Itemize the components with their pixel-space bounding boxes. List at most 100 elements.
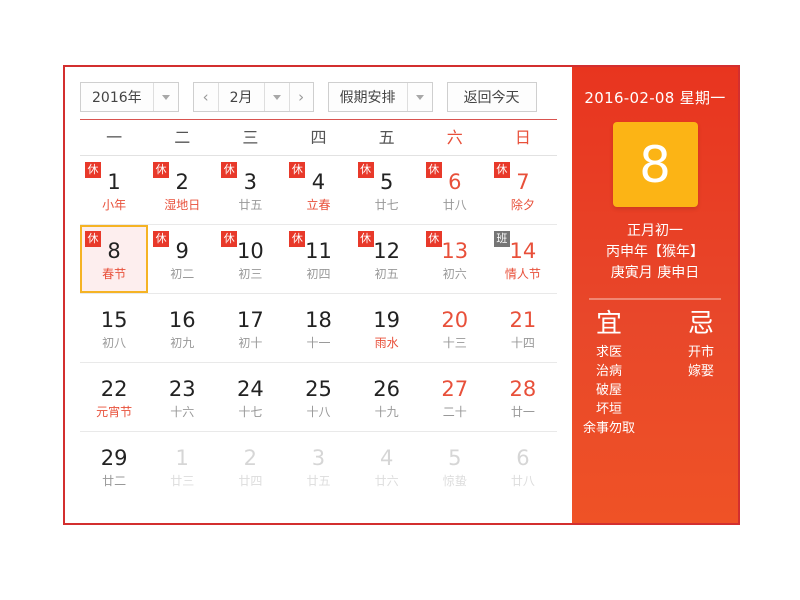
calendar-day-cell[interactable]: 26 十九 <box>353 363 421 431</box>
year-selector[interactable]: 2016年 <box>80 82 179 112</box>
day-number: 24 <box>236 376 264 401</box>
calendar-day-cell[interactable]: 20 十三 <box>421 294 489 362</box>
day-number: 1 <box>175 445 189 470</box>
calendar-day-cell[interactable]: 休 6 廿八 <box>421 156 489 224</box>
next-month-button[interactable]: › <box>288 83 313 111</box>
day-number: 20 <box>441 307 469 332</box>
day-lunar-label: 除夕 <box>510 197 535 212</box>
caret-down-icon[interactable] <box>152 83 178 111</box>
calendar-day-cell[interactable]: 休 1 小年 <box>80 156 148 224</box>
caret-down-icon[interactable] <box>406 83 432 111</box>
month-value[interactable]: 2月 <box>217 83 264 111</box>
ji-item: 嫁娶 <box>687 364 714 379</box>
day-number: 16 <box>168 307 196 332</box>
day-lunar-label: 十八 <box>306 404 331 419</box>
rest-day-badge: 休 <box>357 162 374 178</box>
ji-title: 忌 <box>687 309 714 339</box>
day-number: 4 <box>379 445 394 470</box>
rest-day-badge: 休 <box>357 231 374 247</box>
calendar-day-cell[interactable]: 25 十八 <box>284 363 352 431</box>
detail-ganzhi-month-day: 庚寅月 庚申日 <box>610 265 700 281</box>
day-lunar-label: 廿一 <box>510 404 535 419</box>
caret-down-icon[interactable] <box>263 83 289 111</box>
weekday-header-cell-6: 日 <box>514 128 531 147</box>
calendar-day-cell[interactable]: 休 10 初三 <box>216 225 284 293</box>
yi-column: 宜 求医 治病 破屋 坏垣 余事勿取 <box>575 308 643 438</box>
day-number: 5 <box>379 169 394 194</box>
calendar-day-cell[interactable]: 休 5 廿七 <box>353 156 421 224</box>
ji-item: 开市 <box>687 345 714 360</box>
calendar-week-row: 22 元宵节 23 十六 24 十七 25 十八 26 十九 27 二十 28 廿一 <box>80 363 557 432</box>
yi-item: 治病 <box>595 364 622 379</box>
calendar-day-cell[interactable]: 休 4 立春 <box>284 156 352 224</box>
day-lunar-label: 廿八 <box>510 473 535 488</box>
detail-lunar-block: 正月初一 丙申年【猴年】 庚寅月 庚申日 <box>606 221 704 284</box>
month-selector[interactable]: ‹ 2月 › <box>192 82 314 112</box>
day-number: 17 <box>236 307 264 332</box>
calendar-toolbar: 2016年 ‹ 2月 › 假期安排 返回今天 <box>65 67 572 113</box>
calendar-day-cell[interactable]: 28 廿一 <box>489 363 557 431</box>
calendar-day-cell[interactable]: 3 廿五 <box>284 432 352 500</box>
calendar-week-row: 休 8 春节休 9 初二休 10 初三休 11 初四休 12 初五休 13 初六班 14 情人节 <box>80 225 557 294</box>
rest-day-badge: 休 <box>493 162 510 178</box>
day-number: 14 <box>509 238 537 263</box>
calendar-day-cell[interactable]: 2 廿四 <box>216 432 284 500</box>
holiday-value[interactable]: 假期安排 <box>328 83 407 111</box>
calendar-day-cell[interactable]: 休 12 初五 <box>353 225 421 293</box>
day-number: 28 <box>509 376 537 401</box>
calendar-day-cell[interactable]: 休 7 除夕 <box>489 156 557 224</box>
day-number: 5 <box>448 445 462 470</box>
day-number: 29 <box>100 445 128 470</box>
calendar-day-cell[interactable]: 4 廿六 <box>353 432 421 500</box>
calendar-day-cell[interactable]: 休 11 初四 <box>284 225 352 293</box>
yi-item: 余事勿取 <box>582 421 635 436</box>
day-number: 1 <box>107 169 121 194</box>
yi-item: 坏垣 <box>595 402 622 417</box>
calendar-day-cell[interactable]: 19 雨水 <box>353 294 421 362</box>
calendar-day-cell[interactable]: 23 十六 <box>148 363 216 431</box>
calendar-day-cell[interactable]: 5 惊蛰 <box>421 432 489 500</box>
calendar-day-cell[interactable]: 休 9 初二 <box>148 225 216 293</box>
detail-ganzhi-year: 丙申年【猴年】 <box>606 244 704 260</box>
rest-day-badge: 休 <box>289 231 306 247</box>
calendar-day-cell[interactable]: 6 廿八 <box>489 432 557 500</box>
yi-item: 破屋 <box>595 383 622 398</box>
calendar-day-cell[interactable]: 休 13 初六 <box>421 225 489 293</box>
calendar-day-cell[interactable]: 休 2 湿地日 <box>148 156 216 224</box>
yi-title: 宜 <box>595 309 622 339</box>
day-number: 7 <box>516 169 530 194</box>
year-value[interactable]: 2016年 <box>81 83 153 111</box>
weekday-header-cell-3: 四 <box>310 128 327 147</box>
day-lunar-label: 廿六 <box>374 473 399 488</box>
weekday-header-cell-1: 二 <box>174 128 191 147</box>
detail-day-number: 8 <box>639 135 671 194</box>
weekday-header-cell-0: 一 <box>106 128 123 147</box>
calendar-day-cell[interactable]: 班 14 情人节 <box>489 225 557 293</box>
calendar-day-cell[interactable]: 22 元宵节 <box>80 363 148 431</box>
calendar-day-cell[interactable]: 16 初九 <box>148 294 216 362</box>
prev-month-button[interactable]: ‹ <box>193 83 218 111</box>
day-number: 10 <box>236 238 264 263</box>
calendar-day-cell[interactable]: 休 8 春节 <box>80 225 149 293</box>
calendar-day-cell[interactable]: 21 十四 <box>489 294 557 362</box>
calendar-day-cell[interactable]: 休 3 廿五 <box>216 156 284 224</box>
calendar-day-cell[interactable]: 29 廿二 <box>80 432 148 500</box>
rest-day-badge: 休 <box>153 231 170 247</box>
calendar-day-cell[interactable]: 15 初八 <box>80 294 148 362</box>
calendar-week-row: 29 廿二 1 廿三 2 廿四 3 廿五 4 廿六 5 惊蛰 6 廿八 <box>80 432 557 500</box>
calendar-widget: 2016年 ‹ 2月 › 假期安排 返回今天 一二三四五六日 休 1 小年休 2 湿地日… <box>63 65 740 525</box>
calendar-day-cell[interactable]: 27 二十 <box>421 363 489 431</box>
calendar-day-cell[interactable]: 18 十一 <box>284 294 352 362</box>
rest-day-badge: 休 <box>425 231 442 247</box>
day-number: 2 <box>175 169 189 194</box>
calendar-day-cell[interactable]: 1 廿三 <box>148 432 216 500</box>
back-to-today-button[interactable]: 返回今天 <box>446 82 537 112</box>
calendar-day-cell[interactable]: 24 十七 <box>216 363 284 431</box>
calendar-day-cell[interactable]: 17 初十 <box>216 294 284 362</box>
day-lunar-label: 廿四 <box>238 473 263 488</box>
day-number: 6 <box>516 445 530 470</box>
day-lunar-label: 初八 <box>102 335 127 350</box>
holiday-arrangement-selector[interactable]: 假期安排 <box>327 82 433 112</box>
weekday-header-cell-2: 三 <box>242 128 259 147</box>
day-lunar-label: 初六 <box>442 266 467 281</box>
